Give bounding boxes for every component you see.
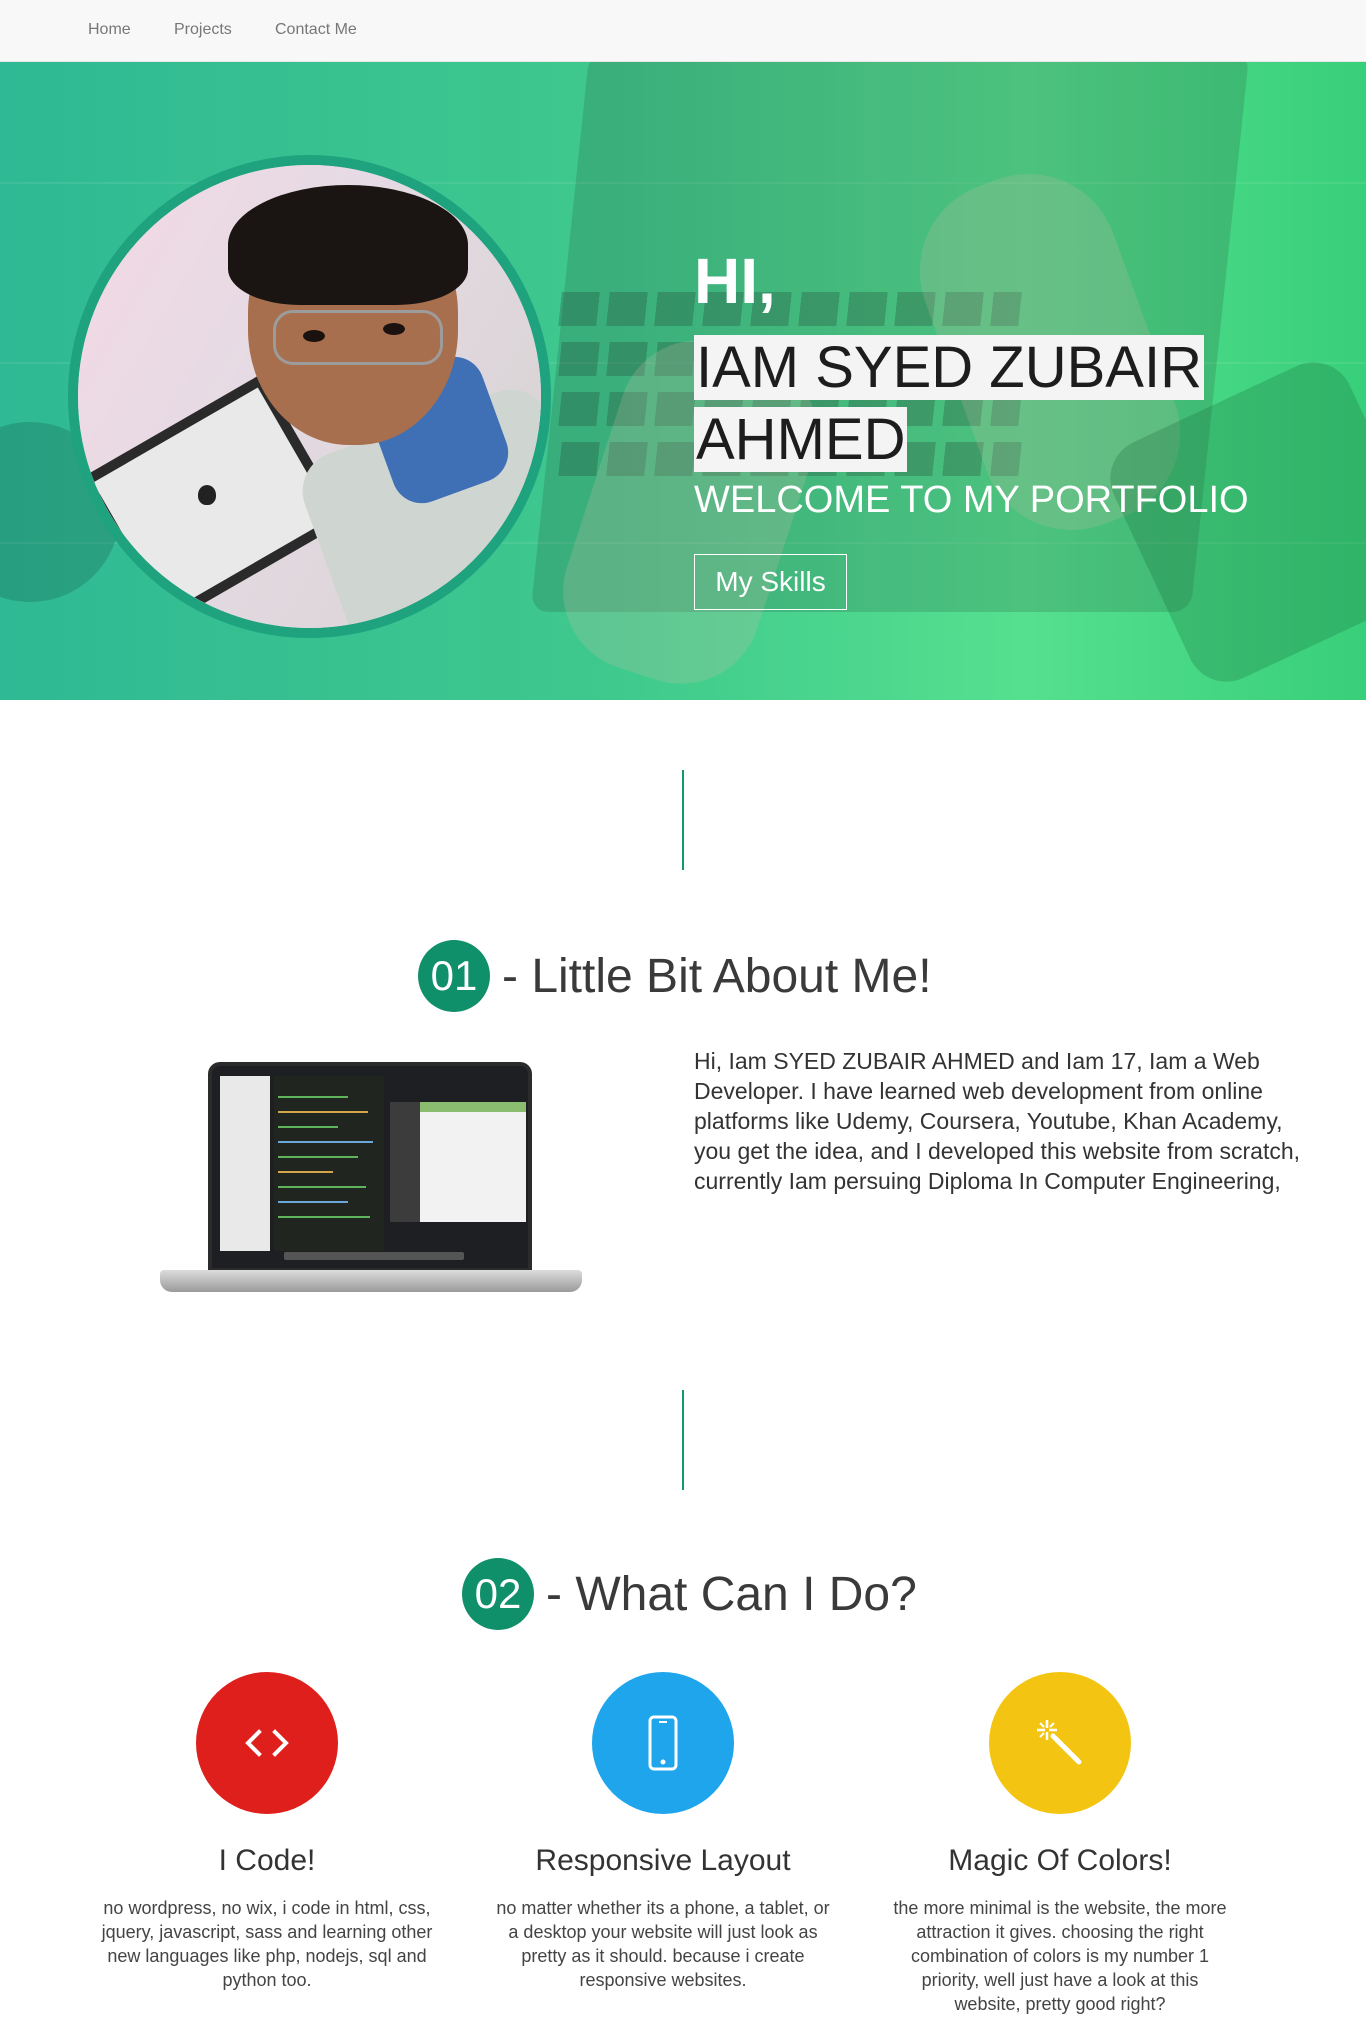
about-heading: 01 - Little Bit About Me! xyxy=(418,940,932,1012)
profile-photo xyxy=(68,155,551,638)
service-card-code: I Code! no wordpress, no wix, i code in … xyxy=(92,1672,442,1992)
my-skills-button[interactable]: My Skills xyxy=(694,554,847,610)
hero-subtitle: WELCOME TO MY PORTFOLIO xyxy=(694,479,1249,521)
service-icon-circle xyxy=(196,1672,338,1814)
hero-greeting: HI, xyxy=(694,245,776,317)
service-description: no wordpress, no wix, i code in html, cs… xyxy=(101,1898,433,1990)
hero-section: HI, IAM SYED ZUBAIR AHMED WELCOME TO MY … xyxy=(0,62,1366,700)
nav-link-home[interactable]: Home xyxy=(88,21,131,39)
section-number-badge: 01 xyxy=(418,940,490,1012)
service-description: no matter whether its a phone, a tablet,… xyxy=(496,1898,830,1990)
service-title: Magic Of Colors! xyxy=(948,1844,1172,1877)
nav-link-contact[interactable]: Contact Me xyxy=(275,21,357,39)
laptop-image xyxy=(160,1062,582,1302)
top-navbar: Home Projects Contact Me xyxy=(0,0,1366,62)
service-card-colors: Magic Of Colors! the more minimal is the… xyxy=(885,1672,1235,2016)
section-divider xyxy=(682,770,684,870)
service-card-responsive: Responsive Layout no matter whether its … xyxy=(488,1672,838,1992)
section-divider xyxy=(682,1390,684,1490)
magic-wand-icon xyxy=(1037,1720,1082,1765)
mobile-icon xyxy=(648,1715,678,1771)
service-icon-circle xyxy=(592,1672,734,1814)
services-title: - What Can I Do? xyxy=(546,1567,917,1621)
code-icon xyxy=(245,1729,289,1757)
section-number-badge: 02 xyxy=(462,1558,534,1630)
services-heading: 02 - What Can I Do? xyxy=(462,1558,917,1630)
service-icon-circle xyxy=(989,1672,1131,1814)
hero-name-text: IAM SYED ZUBAIR AHMED xyxy=(694,335,1204,472)
hero-name: IAM SYED ZUBAIR AHMED xyxy=(694,332,1204,476)
service-description: the more minimal is the website, the mor… xyxy=(893,1898,1227,2014)
service-title: I Code! xyxy=(218,1844,316,1877)
about-description: Hi, Iam SYED ZUBAIR AHMED and Iam 17, Ia… xyxy=(694,1048,1301,1194)
service-title: Responsive Layout xyxy=(535,1844,791,1877)
about-title: - Little Bit About Me! xyxy=(502,949,932,1003)
nav-link-projects[interactable]: Projects xyxy=(174,21,232,39)
